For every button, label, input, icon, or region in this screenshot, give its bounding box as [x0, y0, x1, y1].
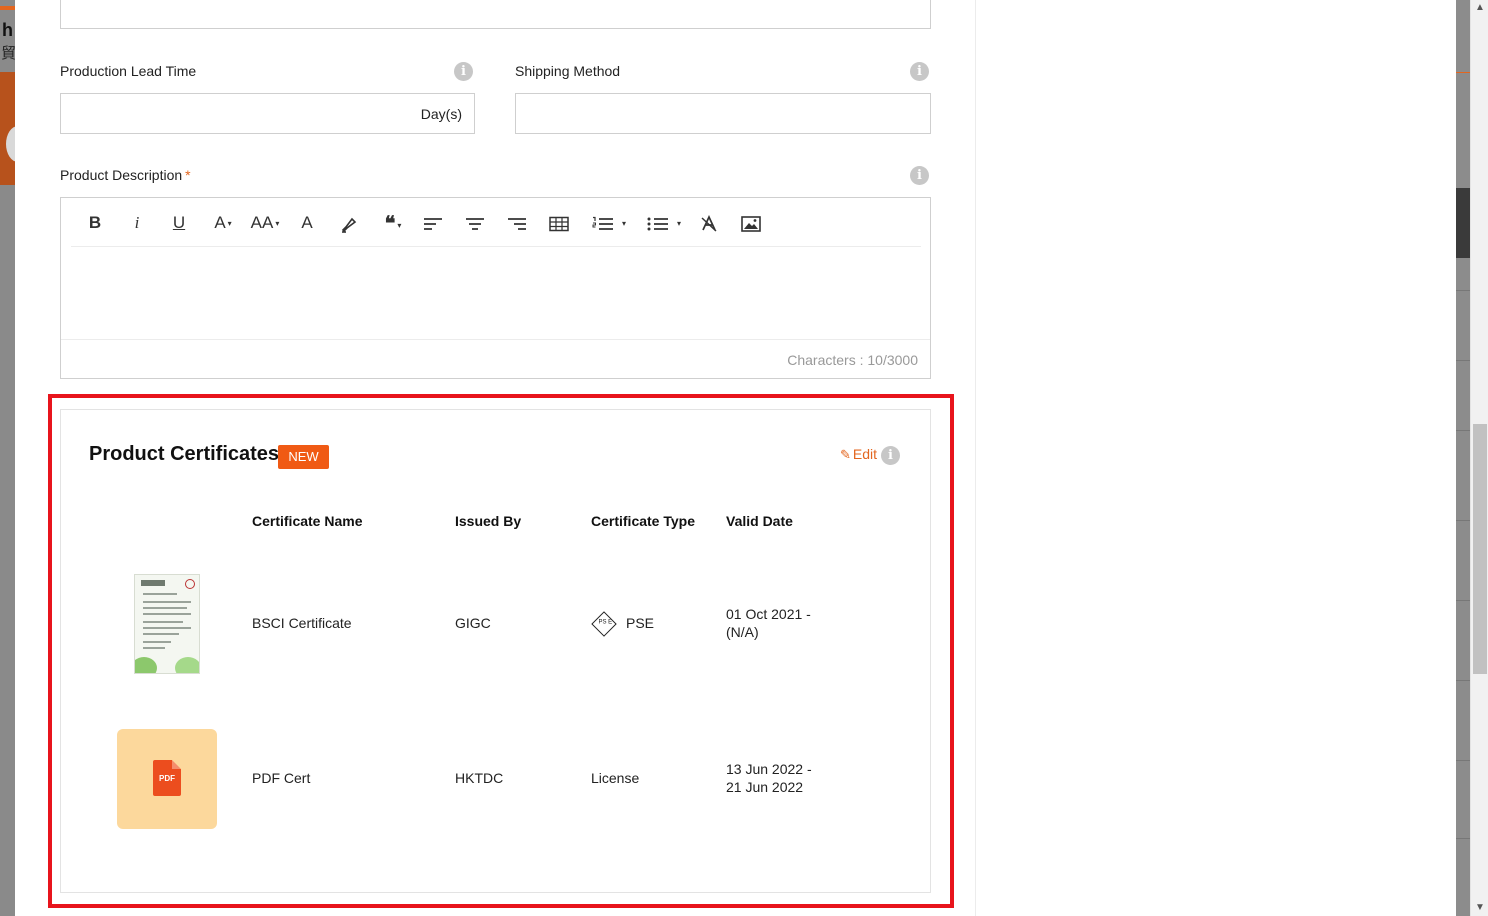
scrollbar-thumb[interactable] [1473, 424, 1487, 674]
caret-down-icon: ▾ [676, 218, 681, 228]
background-side-tab [1456, 188, 1470, 258]
caret-down-icon: ▾ [275, 218, 280, 228]
caret-down-icon: ▾ [397, 219, 402, 230]
blockquote-button[interactable]: ❝ ▾ [375, 210, 411, 236]
highlighter-icon [341, 217, 357, 233]
background-divider [1456, 360, 1470, 361]
product-description-label: Product Description * [60, 167, 191, 183]
background-page-left: h 貿 [0, 0, 30, 916]
caret-down-icon: ▾ [621, 218, 626, 228]
modal-right-area [975, 0, 1456, 916]
background-divider [1456, 760, 1470, 761]
font-size-button[interactable]: AA ▾ [247, 210, 283, 236]
align-left-icon [424, 217, 442, 230]
shipping-method-label: Shipping Method [515, 63, 621, 79]
editor-content-area[interactable] [61, 248, 930, 338]
background-divider [1456, 72, 1470, 73]
fill-color-icon: A [301, 213, 313, 232]
days-suffix: Day(s) [420, 106, 462, 122]
fill-color-button[interactable]: A [295, 210, 319, 236]
scrollbar[interactable]: ▲ ▼ [1470, 0, 1488, 916]
image-icon [741, 215, 761, 232]
required-mark: * [185, 167, 191, 183]
background-divider [1456, 838, 1470, 839]
logo-letter: h [2, 20, 13, 40]
align-center-icon [466, 217, 484, 230]
background-divider [1456, 290, 1470, 291]
logo-bar [0, 6, 15, 10]
clear-format-button[interactable] [697, 210, 721, 236]
background-divider [1456, 680, 1470, 681]
info-icon[interactable]: i [454, 62, 473, 81]
font-size-icon: AA [250, 213, 274, 232]
underline-button[interactable]: U [169, 210, 189, 236]
align-right-button[interactable] [505, 210, 529, 236]
ordered-list-icon [592, 216, 613, 230]
product-description-label-text: Product Description [60, 167, 183, 183]
scroll-down-arrow-icon[interactable]: ▼ [1471, 900, 1488, 916]
background-divider [1456, 520, 1470, 521]
insert-image-button[interactable] [739, 210, 763, 236]
shipping-method-input[interactable] [515, 93, 931, 134]
font-color-icon: A [214, 213, 226, 232]
background-divider [1456, 600, 1470, 601]
background-divider [1456, 430, 1470, 431]
bold-button[interactable]: B [85, 210, 105, 236]
align-right-icon [508, 217, 526, 230]
italic-button[interactable]: i [127, 210, 147, 236]
rich-text-editor: B i U A ▾ AA ▾ A ❝ ▾ ▾ ▾ Characters: 10… [60, 197, 931, 379]
production-lead-time-label: Production Lead Time [60, 63, 197, 79]
background-page-right [1456, 0, 1470, 916]
highlight-button[interactable] [337, 210, 361, 236]
table-button[interactable] [547, 210, 571, 236]
caret-down-icon: ▾ [227, 218, 232, 228]
previous-field-input[interactable] [60, 0, 931, 29]
bullet-list-button[interactable]: ▾ [642, 210, 686, 236]
info-icon[interactable]: i [910, 166, 929, 185]
character-count: Characters : 10/3000 [787, 352, 918, 368]
clear-format-icon [701, 214, 717, 232]
table-icon [549, 216, 569, 231]
info-icon[interactable]: i [910, 62, 929, 81]
editor-toolbar: B i U A ▾ AA ▾ A ❝ ▾ ▾ ▾ [71, 198, 921, 247]
font-color-button[interactable]: A ▾ [207, 210, 239, 236]
editor-footer: Characters : 10/3000 [61, 339, 930, 378]
production-lead-time-input[interactable]: Day(s) [60, 93, 475, 134]
ordered-list-button[interactable]: ▾ [587, 210, 631, 236]
align-left-button[interactable] [421, 210, 445, 236]
bullet-list-icon [647, 217, 668, 231]
align-center-button[interactable] [463, 210, 487, 236]
logo-char: 貿 [1, 45, 17, 62]
highlight-box [48, 394, 954, 908]
quote-icon: ❝ [384, 211, 396, 235]
scroll-up-arrow-icon[interactable]: ▲ [1471, 0, 1488, 16]
